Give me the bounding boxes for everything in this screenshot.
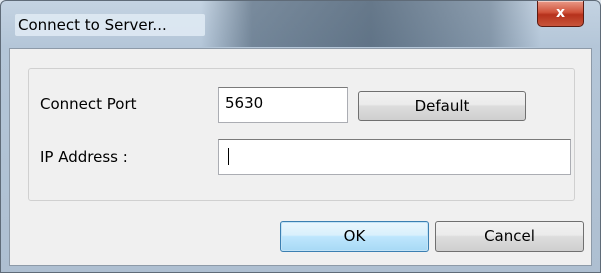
ok-button[interactable]: OK [280,221,429,252]
ip-address-field[interactable] [218,139,571,175]
title-bar[interactable]: Connect to Server... x [1,1,600,47]
title-bar-background [201,1,541,47]
text-caret [228,148,229,165]
default-button[interactable]: Default [358,91,526,121]
connect-port-label: Connect Port [40,95,137,113]
ip-address-label: IP Address : [40,148,128,166]
cancel-button[interactable]: Cancel [435,221,584,252]
window-title: Connect to Server... [15,14,205,36]
close-icon: x [555,5,566,21]
dialog-window: Connect to Server... x Connect Port 5630… [0,0,601,273]
connect-port-field[interactable]: 5630 [218,87,348,123]
connect-port-value: 5630 [225,94,264,112]
close-button[interactable]: x [537,1,584,27]
dialog-client-area: Connect Port 5630 Default IP Address : O… [9,48,592,266]
